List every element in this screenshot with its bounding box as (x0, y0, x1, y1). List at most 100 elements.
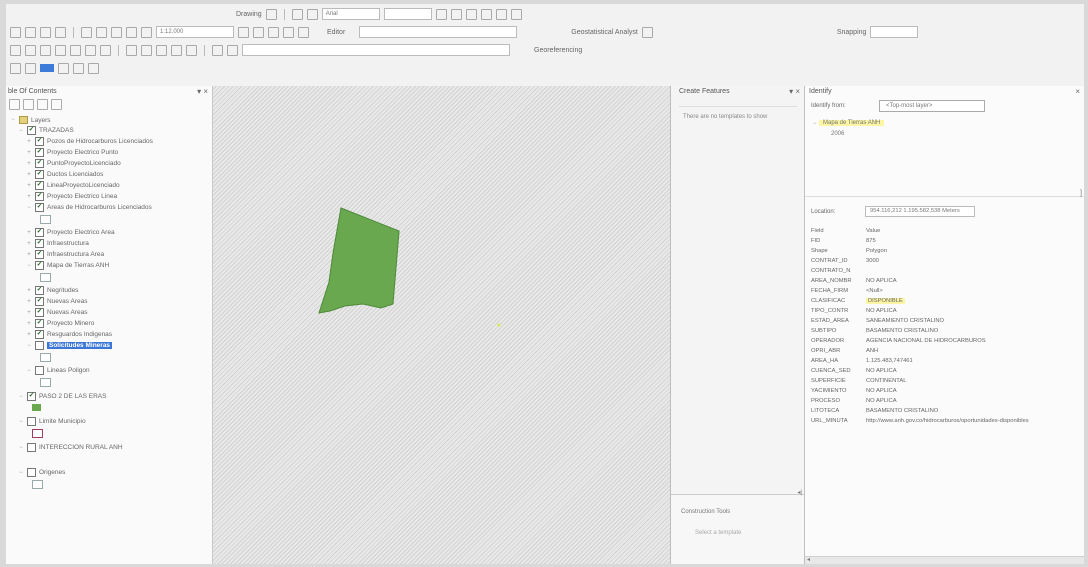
select-features-icon[interactable] (126, 44, 137, 56)
end-point-tool-icon[interactable] (88, 62, 99, 74)
checkbox-checked[interactable]: ✓ (27, 126, 36, 135)
attribute-row[interactable]: AREA_HA 1.125.483,747461 (811, 358, 913, 364)
bold-icon[interactable] (435, 8, 447, 20)
attribute-row[interactable]: CLASIFICAC DISPONIBLE (811, 298, 905, 304)
expand-icon[interactable]: + (26, 332, 32, 338)
toc-layer[interactable]: − ✓ Areas de Hidrocarburos Licenciados (26, 203, 152, 212)
checkbox-checked[interactable]: ✓ (35, 228, 44, 237)
attribute-row[interactable]: FECHA_FIRM <Null> (811, 288, 883, 294)
sketch-tool-icon[interactable] (10, 62, 21, 74)
hyperlink-icon[interactable] (186, 44, 197, 56)
new-document-icon[interactable] (10, 26, 21, 38)
identify-splitter[interactable] (805, 196, 1084, 197)
checkbox-checked[interactable]: ✓ (35, 308, 44, 317)
collapse-icon[interactable]: − (18, 419, 24, 425)
search-icon[interactable] (283, 26, 294, 38)
find-icon[interactable] (156, 44, 167, 56)
attribute-row[interactable]: Shape Polygon (811, 248, 887, 254)
checkbox-checked[interactable]: ✓ (35, 239, 44, 248)
checkbox-unchecked[interactable] (35, 366, 44, 375)
collapse-icon[interactable]: − (26, 343, 32, 349)
toc-layer[interactable]: − ✓ PASO 2 DE LAS ERAS (18, 392, 106, 401)
identified-polygon[interactable] (318, 207, 400, 314)
layer-dropdown[interactable] (242, 44, 510, 56)
toc-layer[interactable]: + ✓ Infraestructura Area (26, 250, 104, 259)
list-by-selection-icon[interactable] (51, 99, 62, 110)
attribute-row[interactable]: SUPERFICIE CONTINENTAL (811, 378, 906, 384)
checkbox-checked[interactable]: ✓ (35, 297, 44, 306)
list-by-visibility-icon[interactable] (37, 99, 48, 110)
splitter-handle-icon[interactable]: ◂| (797, 489, 802, 496)
toc-layer[interactable]: + ✓ Ductos Licenciados (26, 170, 103, 179)
toc-layer-selected[interactable]: − Solicitudes Mineras (26, 341, 113, 350)
checkbox-checked[interactable]: ✓ (35, 159, 44, 168)
checkbox-checked[interactable]: ✓ (35, 192, 44, 201)
expand-icon[interactable]: + (26, 150, 32, 156)
collapse-icon[interactable]: − (26, 368, 32, 374)
expand-icon[interactable]: + (26, 321, 32, 327)
cut-icon[interactable] (81, 26, 92, 38)
rectangle-icon[interactable] (291, 8, 303, 20)
expand-icon[interactable]: + (26, 172, 32, 178)
expand-icon[interactable]: + (26, 252, 32, 258)
select-elements-icon[interactable] (265, 8, 277, 20)
attribute-row[interactable]: OPERADOR AGENCIA NACIONAL DE HIDROCARBURO… (811, 338, 986, 344)
toc-layer[interactable]: − Origenes (18, 468, 65, 477)
toc-layer[interactable]: + ✓ Negritudes (26, 286, 78, 295)
checkbox-unchecked[interactable] (27, 417, 36, 426)
arctoolbox-icon[interactable] (298, 26, 309, 38)
redo-icon[interactable] (126, 26, 137, 38)
zoom-out-icon[interactable] (25, 44, 36, 56)
collapse-icon[interactable]: − (18, 445, 24, 451)
collapse-icon[interactable]: − (18, 128, 24, 134)
fill-color-icon[interactable] (495, 8, 507, 20)
checkbox-checked[interactable]: ✓ (35, 319, 44, 328)
attribute-row[interactable]: OPRI_ABR ANH (811, 348, 878, 354)
text-icon[interactable] (306, 8, 318, 20)
attribute-row[interactable]: ESTAD_AREA SANEAMIENTO CRISTALINO (811, 318, 944, 324)
attribute-row[interactable]: TIPO_CONTR NO APLICA (811, 308, 897, 314)
attribute-row[interactable]: YACIMIENTO NO APLICA (811, 388, 897, 394)
checkbox-checked[interactable]: ✓ (35, 286, 44, 295)
fixed-zoom-icon[interactable] (70, 44, 81, 56)
font-size-dropdown[interactable] (383, 8, 432, 20)
toc-layer[interactable]: + ✓ LineaProyectoLicenciado (26, 181, 120, 190)
toc-layer[interactable]: + ✓ Infraestructura (26, 239, 89, 248)
attribute-row[interactable]: CONTRATO_N (811, 268, 866, 274)
editor-dropdown[interactable] (359, 26, 518, 38)
collapse-icon[interactable]: − (26, 205, 32, 211)
expand-icon[interactable]: + (26, 139, 32, 145)
checkbox-unchecked[interactable] (27, 468, 36, 477)
italic-icon[interactable] (450, 8, 462, 20)
toc-layer[interactable]: + ✓ Nuevas Areas (26, 297, 87, 306)
list-by-source-icon[interactable] (23, 99, 34, 110)
identify-icon[interactable] (141, 44, 152, 56)
collapse-icon[interactable]: − (18, 470, 24, 476)
undo-icon[interactable] (111, 26, 122, 38)
map-view[interactable] (213, 86, 671, 564)
attribute-row[interactable]: URL_MINUTA http://www.anh.gov.co/hidrocar… (811, 418, 1029, 424)
drawing-menu[interactable]: Drawing (236, 11, 262, 18)
expand-icon[interactable]: + (26, 230, 32, 236)
identify-horizontal-scrollbar[interactable]: ◂ (805, 556, 1084, 564)
expand-icon[interactable]: + (26, 194, 32, 200)
attribute-row[interactable]: LITOTECA BASAMENTO CRISTALINO (811, 408, 938, 414)
point-tool-icon[interactable] (73, 62, 84, 74)
checkbox-checked[interactable]: ✓ (35, 181, 44, 190)
georeferencing-menu[interactable]: Georeferencing (534, 47, 582, 54)
attribute-row[interactable]: SUBTIPO BASAMENTO CRISTALINO (811, 328, 938, 334)
checkbox-checked[interactable]: ✓ (35, 330, 44, 339)
scroll-left-icon[interactable]: ◂ (807, 556, 810, 563)
expand-icon[interactable]: + (26, 310, 32, 316)
editor-menu[interactable]: Editor (327, 29, 345, 36)
expand-icon[interactable]: + (26, 299, 32, 305)
attribute-row[interactable]: CONTRAT_ID 3000 (811, 258, 879, 264)
font-dropdown[interactable]: Arial (321, 8, 380, 20)
underline-icon[interactable] (465, 8, 477, 20)
full-extent-icon[interactable] (55, 44, 66, 56)
snapping-toolbar-field[interactable] (870, 26, 919, 38)
toc-layer[interactable]: − Limite Municipio (18, 417, 86, 426)
geostatistical-analyst-menu[interactable]: Geostatistical Analyst (571, 29, 638, 36)
checkbox-checked[interactable]: ✓ (27, 392, 36, 401)
toc-layer[interactable]: + ✓ Proyecto Electrico Linea (26, 192, 117, 201)
